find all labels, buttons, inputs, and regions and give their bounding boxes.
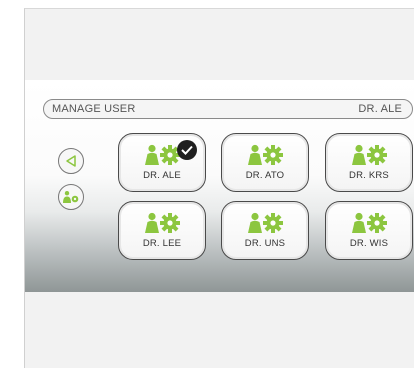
selected-check-icon — [177, 140, 197, 160]
user-name: DR. KRS — [349, 170, 389, 181]
header-title: MANAGE USER — [52, 103, 136, 115]
user-name: DR. ATO — [245, 170, 285, 181]
user-name: DR. LEE — [142, 238, 182, 249]
user-settings-button[interactable] — [58, 184, 84, 210]
user-card[interactable]: DR. ALE — [118, 133, 206, 192]
user-gear-icon — [326, 212, 412, 234]
back-triangle-icon — [66, 155, 76, 167]
current-user-label: DR. ALE — [358, 103, 402, 115]
user-settings-icon — [63, 191, 79, 203]
user-card[interactable]: DR. LEE — [118, 201, 206, 260]
user-name: DR. WIS — [349, 238, 389, 249]
user-gear-icon — [222, 144, 308, 166]
user-name: DR. ALE — [143, 170, 181, 181]
user-gear-icon — [326, 144, 412, 166]
back-button[interactable] — [58, 148, 84, 174]
user-card[interactable]: DR. UNS — [221, 201, 309, 260]
user-name: DR. UNS — [244, 238, 286, 249]
user-gear-icon — [119, 212, 205, 234]
manage-user-panel: MANAGE USER DR. ALE DR. ALE DR. ATO DR. … — [25, 80, 414, 292]
device-screen: MANAGE USER DR. ALE DR. ALE DR. ATO DR. … — [24, 8, 414, 368]
user-card[interactable]: DR. ATO — [221, 133, 309, 192]
user-card[interactable]: DR. KRS — [325, 133, 413, 192]
manage-user-header: MANAGE USER DR. ALE — [43, 99, 413, 119]
user-gear-icon — [222, 212, 308, 234]
user-card[interactable]: DR. WIS — [325, 201, 413, 260]
